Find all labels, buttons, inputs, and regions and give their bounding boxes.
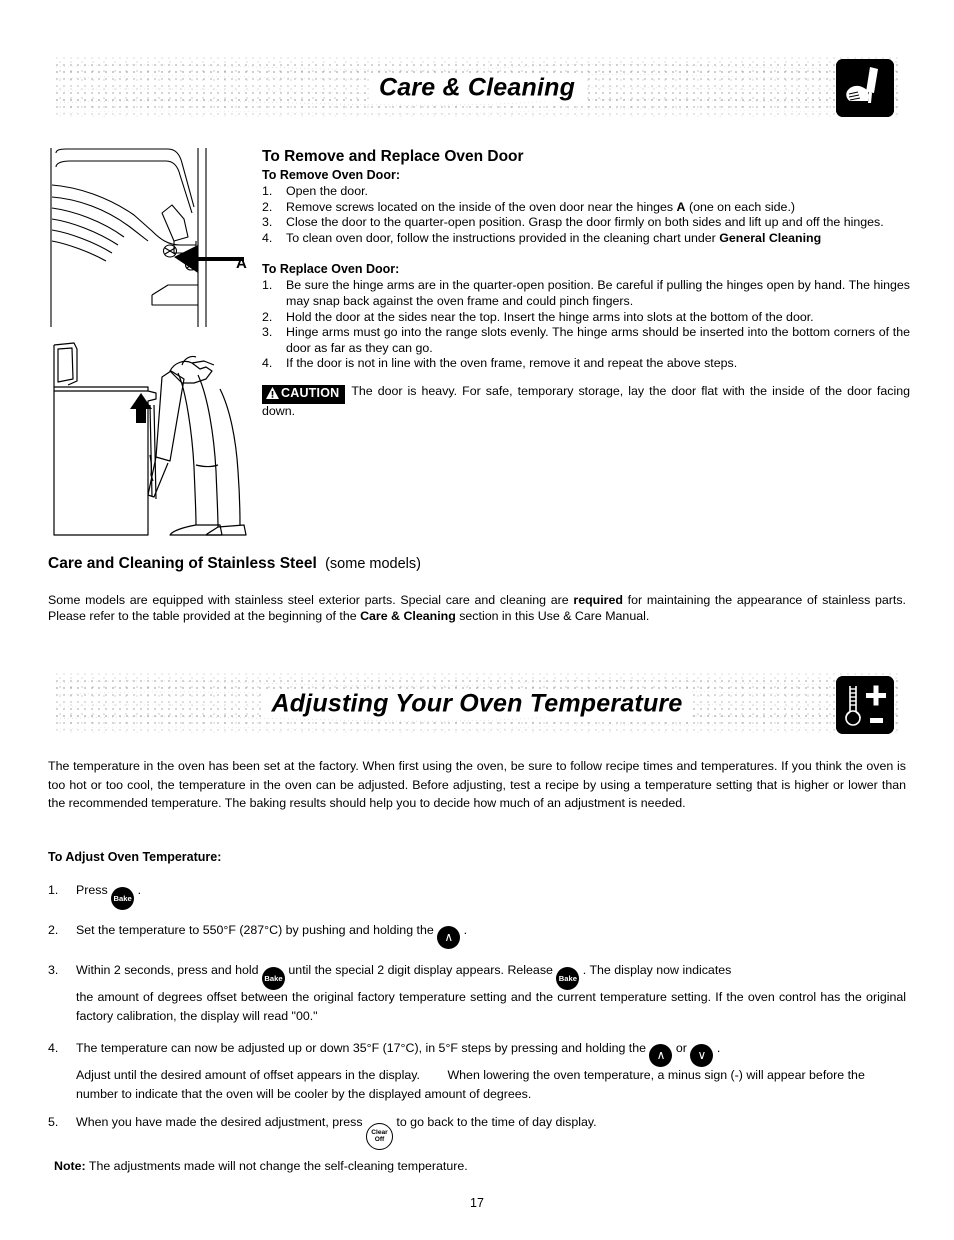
banner-title: Adjusting Your Oven Temperature	[56, 689, 898, 719]
hand-cleaning-glyph	[836, 59, 894, 117]
thermometer-plus-minus-icon	[836, 676, 894, 734]
adjust-step-4-continued: Adjust until the desired amount of offse…	[76, 1068, 869, 1101]
adjust-step-1: 1. Press Bake .	[48, 881, 918, 910]
bake-button-icon[interactable]: Bake	[111, 887, 135, 910]
bake-button-icon[interactable]: Bake	[556, 967, 580, 990]
section-banner-care-cleaning: Care & Cleaning	[56, 57, 898, 119]
remove-oven-door-subheading: To Remove Oven Door:	[262, 168, 400, 182]
hand-cleaning-icon	[836, 59, 894, 117]
adjust-step-4: 4. The temperature can now be adjusted u…	[48, 1039, 918, 1067]
remove-oven-door-steps: 1. Open the door. 2. Remove screws locat…	[262, 184, 910, 246]
replace-oven-door-steps: 1. Be sure the hinge arms are in the qua…	[262, 278, 910, 372]
up-arrow-marker	[130, 393, 152, 423]
oven-door-heading: To Remove and Replace Oven Door	[262, 148, 524, 165]
lifting-door-drawing	[53, 342, 247, 536]
section-banner-adjusting-temperature: Adjusting Your Oven Temperature	[56, 673, 898, 735]
oven-hinge-drawing	[50, 148, 244, 327]
adjust-step-5: 5. When you have made the desired adjust…	[48, 1113, 918, 1150]
arrow-down-button-icon[interactable]: ∨	[690, 1044, 714, 1067]
list-item: 3. Hinge arms must go into the range slo…	[262, 325, 910, 355]
banner-title: Care & Cleaning	[56, 73, 898, 103]
oven-door-hinge-illustration	[48, 145, 248, 330]
clear-off-button-icon[interactable]: Clear Off	[365, 1122, 393, 1150]
adjust-step-2: 2. Set the temperature to 550°F (287°C) …	[48, 921, 918, 949]
caution-text: The door is heavy. For safe, temporary s…	[262, 383, 910, 418]
hinge-callout-label: A	[236, 255, 247, 272]
temperature-intro: The temperature in the oven has been set…	[48, 759, 906, 810]
page-number: 17	[470, 1196, 484, 1210]
bake-button-icon[interactable]: Bake	[261, 967, 285, 990]
caution-block: CAUTION The door is heavy. For safe, temp…	[262, 384, 910, 420]
stainless-body: Some models are equipped with stainless …	[48, 593, 906, 623]
list-item: 2. Hold the door at the sides near the t…	[262, 309, 814, 324]
thermometer-plus-minus-glyph	[836, 676, 894, 734]
callout-arrow	[174, 245, 244, 273]
adjust-temperature-subheading: To Adjust Oven Temperature:	[48, 850, 222, 864]
manual-page: Care & Cleaning A To Remove and Replace …	[0, 0, 954, 1240]
list-item: 4. If the door is not in line with the o…	[262, 356, 738, 371]
replace-oven-door-subheading: To Replace Oven Door:	[262, 262, 400, 277]
note-line: Note: The adjustments made will not chan…	[54, 1159, 468, 1173]
caution-badge: CAUTION	[262, 384, 346, 404]
adjust-step-3-continued: the amount of degrees offset between the…	[76, 990, 906, 1023]
arrow-up-button-icon[interactable]: ∧	[649, 1044, 673, 1067]
lifting-oven-door-illustration	[44, 335, 258, 540]
list-item: 1. Open the door.	[262, 184, 368, 198]
list-item: 2. Remove screws located on the inside o…	[262, 199, 796, 214]
warning-triangle-icon	[266, 386, 279, 403]
stainless-heading: Care and Cleaning of Stainless Steel (so…	[48, 555, 421, 572]
list-item: 4. To clean oven door, follow the instru…	[262, 230, 822, 245]
list-item: 3. Close the door to the quarter-open po…	[262, 215, 884, 230]
list-item: 1. Be sure the hinge arms are in the qua…	[262, 278, 910, 308]
arrow-up-button-icon[interactable]: ∧	[437, 926, 461, 949]
adjust-step-3: 3. Within 2 seconds, press and hold Bake…	[48, 961, 918, 990]
